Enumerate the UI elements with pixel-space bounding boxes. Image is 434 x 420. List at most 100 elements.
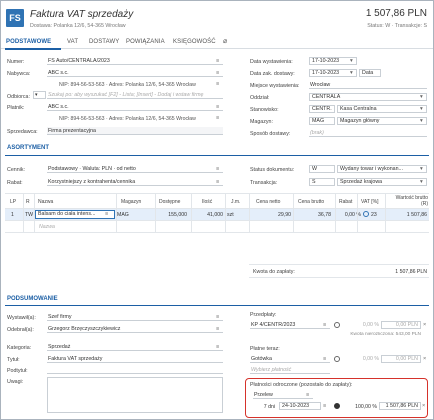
odbiorca-toggle[interactable]: ▾ (33, 91, 46, 99)
table-row[interactable]: 1 TW Balsam do ciała intens... ≡ MAG 155… (5, 209, 429, 220)
odroczone-method[interactable]: Przelew (253, 391, 313, 399)
platnik-address-menu-icon[interactable]: ≡ (216, 114, 219, 122)
wystawil-menu-icon[interactable]: ≡ (216, 313, 219, 321)
sprzedawca-label: Sprzedawca: (7, 129, 38, 135)
cell-nazwa-edit[interactable]: Balsam do ciała intens... (35, 210, 115, 219)
odroczone-menu-icon[interactable]: ≡ (323, 402, 326, 410)
cennik-menu-icon[interactable]: ≡ (216, 165, 219, 173)
przedplaty-percent[interactable]: 0,00 % (341, 322, 379, 328)
col-header-magazyn[interactable]: Magazyn (121, 199, 141, 205)
odroczone-menu-icon[interactable]: ≡ (306, 391, 309, 399)
cennik-label: Cennik: (7, 167, 25, 173)
col-header-rabat[interactable]: Rabat (339, 199, 352, 205)
col-header-cena-netto[interactable]: Cena netto (256, 199, 280, 205)
odroczone-radio[interactable] (334, 403, 340, 409)
document-status: Status: W · Transakcje: S (367, 23, 427, 29)
attachment-icon[interactable]: ⌀ (223, 37, 227, 45)
nazwa-menu-icon[interactable]: ≡ (105, 210, 108, 218)
podtytul-field[interactable] (47, 366, 223, 374)
platne-teraz-select[interactable]: Wybierz płatność (250, 366, 330, 374)
odbiorca-search[interactable]: Szukaj po: aby wyszukać [F2] - Lista; [I… (47, 91, 223, 99)
calendar-icon[interactable]: ▾ (350, 69, 353, 77)
chevron-down-icon[interactable]: ▾ (420, 105, 423, 113)
odebral-field[interactable]: Grzegorz Brzęczyszczykiewicz (47, 325, 223, 333)
odroczone-date[interactable]: 24-10-2023 (279, 402, 321, 410)
nabywca-field[interactable]: ABC s.c. (47, 69, 223, 77)
stanowisko-code[interactable]: CENTR. (309, 105, 335, 113)
przedplaty-remove-icon[interactable]: × (423, 321, 426, 329)
platnik-field[interactable]: ABC s.c. (47, 103, 223, 111)
tab-vat[interactable]: VAT (67, 39, 78, 45)
chevron-down-icon[interactable]: ▾ (420, 93, 423, 101)
section-divider (5, 305, 429, 306)
platne-teraz-amount[interactable]: 0,00 PLN (381, 355, 421, 363)
przedplaty-doc[interactable]: KP 4/CENTR/2023 (250, 321, 330, 329)
stanowisko-select[interactable]: Kasa Centralna (337, 105, 427, 113)
chevron-down-icon[interactable]: ▾ (420, 178, 423, 186)
status-select[interactable]: Wydany towar i wykonan... (337, 165, 427, 173)
col-header-wartosc[interactable]: Wartość brutto (R) (392, 195, 428, 207)
cell-ilosc[interactable]: 41,000 (195, 212, 223, 218)
tab-powiazania[interactable]: POWIĄZANIA (126, 39, 165, 45)
platne-teraz-radio[interactable] (334, 356, 340, 362)
chevron-down-icon[interactable]: ▾ (420, 165, 423, 173)
document-amount: 1 507,86 PLN (365, 8, 427, 19)
odroczone-days[interactable]: 7 dni (253, 404, 275, 410)
new-row-placeholder[interactable]: Nazwa (39, 224, 55, 230)
col-header-lp[interactable]: LP (10, 199, 16, 205)
numer-menu-icon[interactable]: ≡ (216, 57, 219, 65)
odroczone-percent[interactable]: 100,00 % (341, 404, 377, 410)
odebral-menu-icon[interactable]: ≡ (216, 325, 219, 333)
transakcja-code[interactable]: S (309, 178, 335, 186)
nabywca-menu-icon[interactable]: ≡ (216, 69, 219, 77)
nabywca-address-menu-icon[interactable]: ≡ (216, 80, 219, 88)
tab-ksiegowosc[interactable]: KSIĘGOWOŚĆ (173, 39, 216, 45)
cell-vat[interactable]: 23 (371, 212, 377, 218)
oddzial-select[interactable]: CENTRALA (309, 93, 427, 101)
col-header-vat[interactable]: VAT [%] (361, 199, 379, 205)
kategoria-label: Kategoria: (7, 345, 32, 351)
platne-teraz-method[interactable]: Gotówka (250, 355, 330, 363)
cell-cena-netto[interactable]: 29,90 (261, 212, 291, 218)
numer-field[interactable]: FS Auto/CENTRALA/2023 (47, 57, 223, 65)
data-dostawy-type[interactable]: Data (359, 69, 381, 77)
tytul-field[interactable]: Faktura VAT sprzedaży (47, 355, 223, 363)
calendar-icon[interactable]: ▾ (350, 57, 353, 65)
magazyn-select[interactable]: Magazyn główny (337, 117, 427, 125)
col-divider (191, 193, 192, 233)
col-divider (249, 193, 250, 233)
col-header-ilosc[interactable]: Ilość (202, 199, 212, 205)
rabat-menu-icon[interactable]: ≡ (216, 178, 219, 186)
status-code[interactable]: W (309, 165, 335, 173)
rabat-field[interactable]: Korzystniejszy z kontrahenta/cennika (47, 178, 223, 186)
kategoria-menu-icon[interactable]: ≡ (216, 343, 219, 351)
col-header-cena-brutto[interactable]: Cena brutto (298, 199, 324, 205)
transakcja-select[interactable]: Sprzedaż krajowa (337, 178, 427, 186)
platnik-menu-icon[interactable]: ≡ (216, 103, 219, 111)
miejsce-field[interactable]: Wrocław (309, 81, 427, 89)
col-header-dostepne[interactable]: Dostępne (159, 199, 180, 205)
sprzedawca-field: Firma prezentacyjna (47, 127, 223, 135)
cell-cena-brutto[interactable]: 36,78 (301, 212, 331, 218)
sposob-dostawy-field[interactable]: (brak) (309, 129, 427, 137)
col-header-nazwa[interactable]: Nazwa (38, 199, 53, 205)
platne-teraz-menu-icon[interactable]: ≡ (323, 355, 326, 363)
tab-dostawy[interactable]: DOSTAWY (89, 39, 119, 45)
magazyn-code[interactable]: MAG (309, 117, 335, 125)
col-divider (116, 193, 117, 233)
odroczone-remove-icon[interactable]: × (422, 402, 425, 410)
cennik-field[interactable]: Podstawowy · Waluta: PLN · od netto (47, 165, 223, 173)
col-header-r[interactable]: R (26, 199, 30, 205)
platne-teraz-percent[interactable]: 0,00 % (341, 356, 379, 362)
tab-podstawowe[interactable]: PODSTAWOWE (6, 39, 51, 45)
col-header-jm[interactable]: J.m. (231, 199, 240, 205)
przedplaty-amount[interactable]: 0,00 PLN (381, 321, 421, 329)
przedplaty-radio[interactable] (334, 322, 340, 328)
odroczone-amount[interactable]: 1 507,86 PLN (379, 402, 421, 410)
wystawil-field[interactable]: Szef firmy (47, 313, 223, 321)
platne-teraz-remove-icon[interactable]: × (423, 355, 426, 363)
uwagi-textarea[interactable] (47, 377, 223, 413)
przedplaty-menu-icon[interactable]: ≡ (323, 321, 326, 329)
kategoria-field[interactable]: Sprzedaż (47, 343, 223, 351)
chevron-down-icon[interactable]: ▾ (420, 117, 423, 125)
